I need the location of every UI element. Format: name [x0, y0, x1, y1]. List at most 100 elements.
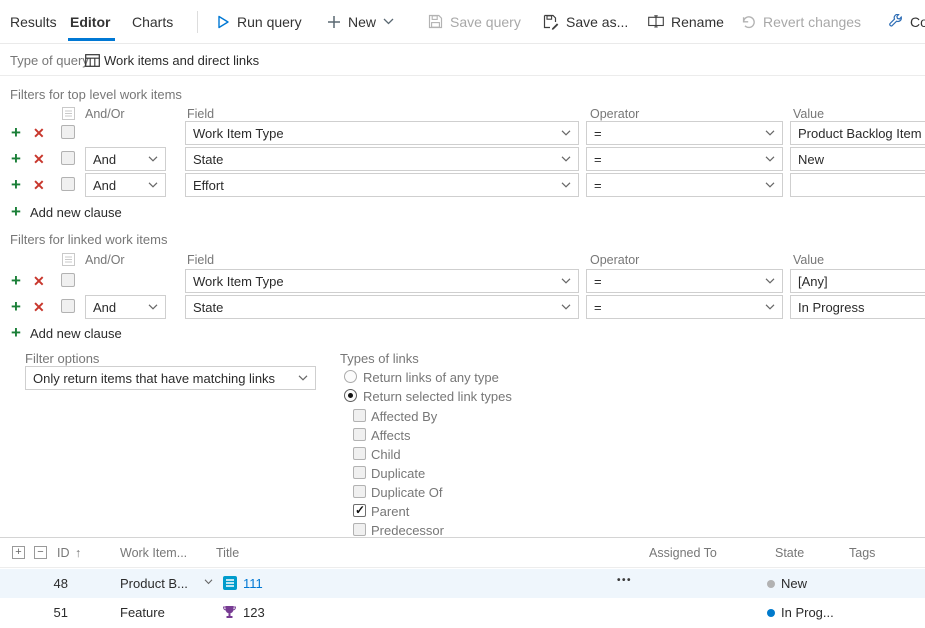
link-type-label[interactable]: Duplicate: [371, 466, 425, 481]
column-header-operator: Operator: [590, 253, 640, 267]
add-new-clause-button[interactable]: + Add new clause: [11, 323, 122, 342]
remove-clause-icon[interactable]: ✕: [33, 150, 45, 168]
state-value: In Prog...: [781, 605, 834, 620]
link-type-label[interactable]: Parent: [371, 504, 409, 519]
andor-select[interactable]: And: [85, 295, 166, 319]
link-type-checkbox-affected-by[interactable]: [353, 409, 366, 422]
andor-value: And: [93, 299, 117, 315]
radio-return-any-type-label[interactable]: Return links of any type: [363, 370, 499, 385]
remove-clause-icon[interactable]: ✕: [33, 124, 45, 142]
run-query-button[interactable]: Run query: [217, 0, 302, 43]
andor-select[interactable]: And: [85, 147, 166, 171]
operator-select[interactable]: =: [586, 173, 783, 197]
plus-icon: +: [11, 323, 21, 342]
result-row[interactable]: 51 Feature 123 In Prog...: [0, 598, 925, 628]
link-type-label[interactable]: Predecessor: [371, 523, 444, 538]
rename-button[interactable]: Rename: [648, 0, 724, 43]
field-select[interactable]: Work Item Type: [185, 269, 579, 293]
active-tab-underline: [68, 38, 115, 41]
remove-clause-icon[interactable]: ✕: [33, 176, 45, 194]
work-item-title-link[interactable]: 111: [243, 576, 263, 591]
expand-all-button[interactable]: +: [12, 546, 25, 559]
value-input[interactable]: [Any]: [790, 269, 925, 293]
link-type-checkbox-predecessor[interactable]: [353, 523, 366, 536]
column-header-field: Field: [187, 253, 215, 267]
tab-charts-label: Charts: [132, 13, 174, 30]
chevron-down-icon: [765, 278, 775, 284]
toolbar-separator: [197, 11, 198, 33]
field-select[interactable]: State: [185, 147, 579, 171]
link-type-checkbox-duplicate[interactable]: [353, 466, 366, 479]
link-type-label[interactable]: Affects: [371, 428, 411, 443]
add-clause-icon[interactable]: +: [11, 297, 21, 317]
column-header-value: Value: [793, 253, 825, 267]
collapse-all-button[interactable]: −: [34, 546, 47, 559]
query-editor-page: Results Editor Charts Run query New Save…: [0, 0, 925, 628]
product-backlog-item-icon: [223, 576, 237, 590]
row-actions-ellipsis[interactable]: •••: [617, 575, 632, 586]
add-clause-icon[interactable]: +: [11, 175, 21, 195]
tab-results[interactable]: Results: [10, 0, 57, 43]
tab-editor[interactable]: Editor: [70, 0, 110, 43]
operator-select[interactable]: =: [586, 295, 783, 319]
clause-checkbox[interactable]: [61, 125, 75, 139]
radio-return-selected-types-label[interactable]: Return selected link types: [363, 389, 512, 404]
value-text: New: [798, 151, 825, 167]
value-input[interactable]: [790, 173, 925, 197]
field-select[interactable]: Work Item Type: [185, 121, 579, 145]
link-type-checkbox-parent[interactable]: [353, 503, 366, 517]
clause-checkbox[interactable]: [61, 273, 75, 287]
revert-changes-button[interactable]: Revert changes: [741, 0, 861, 43]
add-clause-icon[interactable]: +: [11, 149, 21, 169]
value-input[interactable]: In Progress: [790, 295, 925, 319]
andor-value: And: [93, 177, 117, 193]
result-row[interactable]: 48 Product B... 111 ••• New: [0, 569, 925, 598]
link-type-label[interactable]: Child: [371, 447, 401, 462]
link-type-label[interactable]: Affected By: [371, 409, 437, 424]
value-input[interactable]: Product Backlog Item: [790, 121, 925, 145]
type-of-query-value[interactable]: Work items and direct links: [104, 53, 259, 68]
column-header-id[interactable]: ID: [57, 546, 70, 560]
field-select[interactable]: State: [185, 295, 579, 319]
undo-icon: [741, 15, 756, 29]
column-header-title[interactable]: Title: [216, 546, 239, 560]
new-button[interactable]: New: [327, 0, 394, 43]
clause-checkbox[interactable]: [61, 177, 75, 191]
column-options-button[interactable]: Col: [888, 0, 925, 43]
feature-trophy-icon: [222, 605, 237, 619]
save-as-button[interactable]: Save as...: [543, 0, 628, 43]
add-new-clause-button[interactable]: + Add new clause: [11, 203, 122, 220]
operator-value: =: [594, 151, 602, 167]
filter-row: + ✕ Work Item Type = Product Backlog Ite…: [0, 121, 925, 145]
link-type-label[interactable]: Duplicate Of: [371, 485, 443, 500]
field-select[interactable]: Effort: [185, 173, 579, 197]
clause-checkbox[interactable]: [61, 151, 75, 165]
remove-clause-icon[interactable]: ✕: [33, 272, 45, 290]
operator-select[interactable]: =: [586, 269, 783, 293]
add-clause-icon[interactable]: +: [11, 123, 21, 143]
state-dot-in-progress: [767, 609, 775, 617]
column-header-assigned-to[interactable]: Assigned To: [649, 546, 717, 560]
operator-select[interactable]: =: [586, 147, 783, 171]
link-type-checkbox-affects[interactable]: [353, 428, 366, 441]
column-header-tags[interactable]: Tags: [849, 546, 875, 560]
value-input[interactable]: New: [790, 147, 925, 171]
clause-checkbox[interactable]: [61, 299, 75, 313]
work-item-id: 51: [53, 605, 68, 620]
save-query-button[interactable]: Save query: [428, 0, 521, 43]
column-header-state[interactable]: State: [775, 546, 804, 560]
radio-return-any-type[interactable]: [344, 370, 357, 383]
radio-return-selected-types[interactable]: [344, 389, 357, 402]
link-type-checkbox-child[interactable]: [353, 447, 366, 460]
operator-value: =: [594, 177, 602, 193]
chevron-down-icon[interactable]: [204, 579, 213, 585]
operator-select[interactable]: =: [586, 121, 783, 145]
tab-charts[interactable]: Charts: [132, 0, 173, 43]
link-type-checkbox-duplicate-of[interactable]: [353, 485, 366, 498]
column-header-work-item-type[interactable]: Work Item...: [120, 546, 187, 560]
filter-options-select[interactable]: Only return items that have matching lin…: [25, 366, 316, 390]
work-item-title[interactable]: 123: [243, 605, 265, 620]
add-clause-icon[interactable]: +: [11, 271, 21, 291]
remove-clause-icon[interactable]: ✕: [33, 298, 45, 316]
andor-select[interactable]: And: [85, 173, 166, 197]
